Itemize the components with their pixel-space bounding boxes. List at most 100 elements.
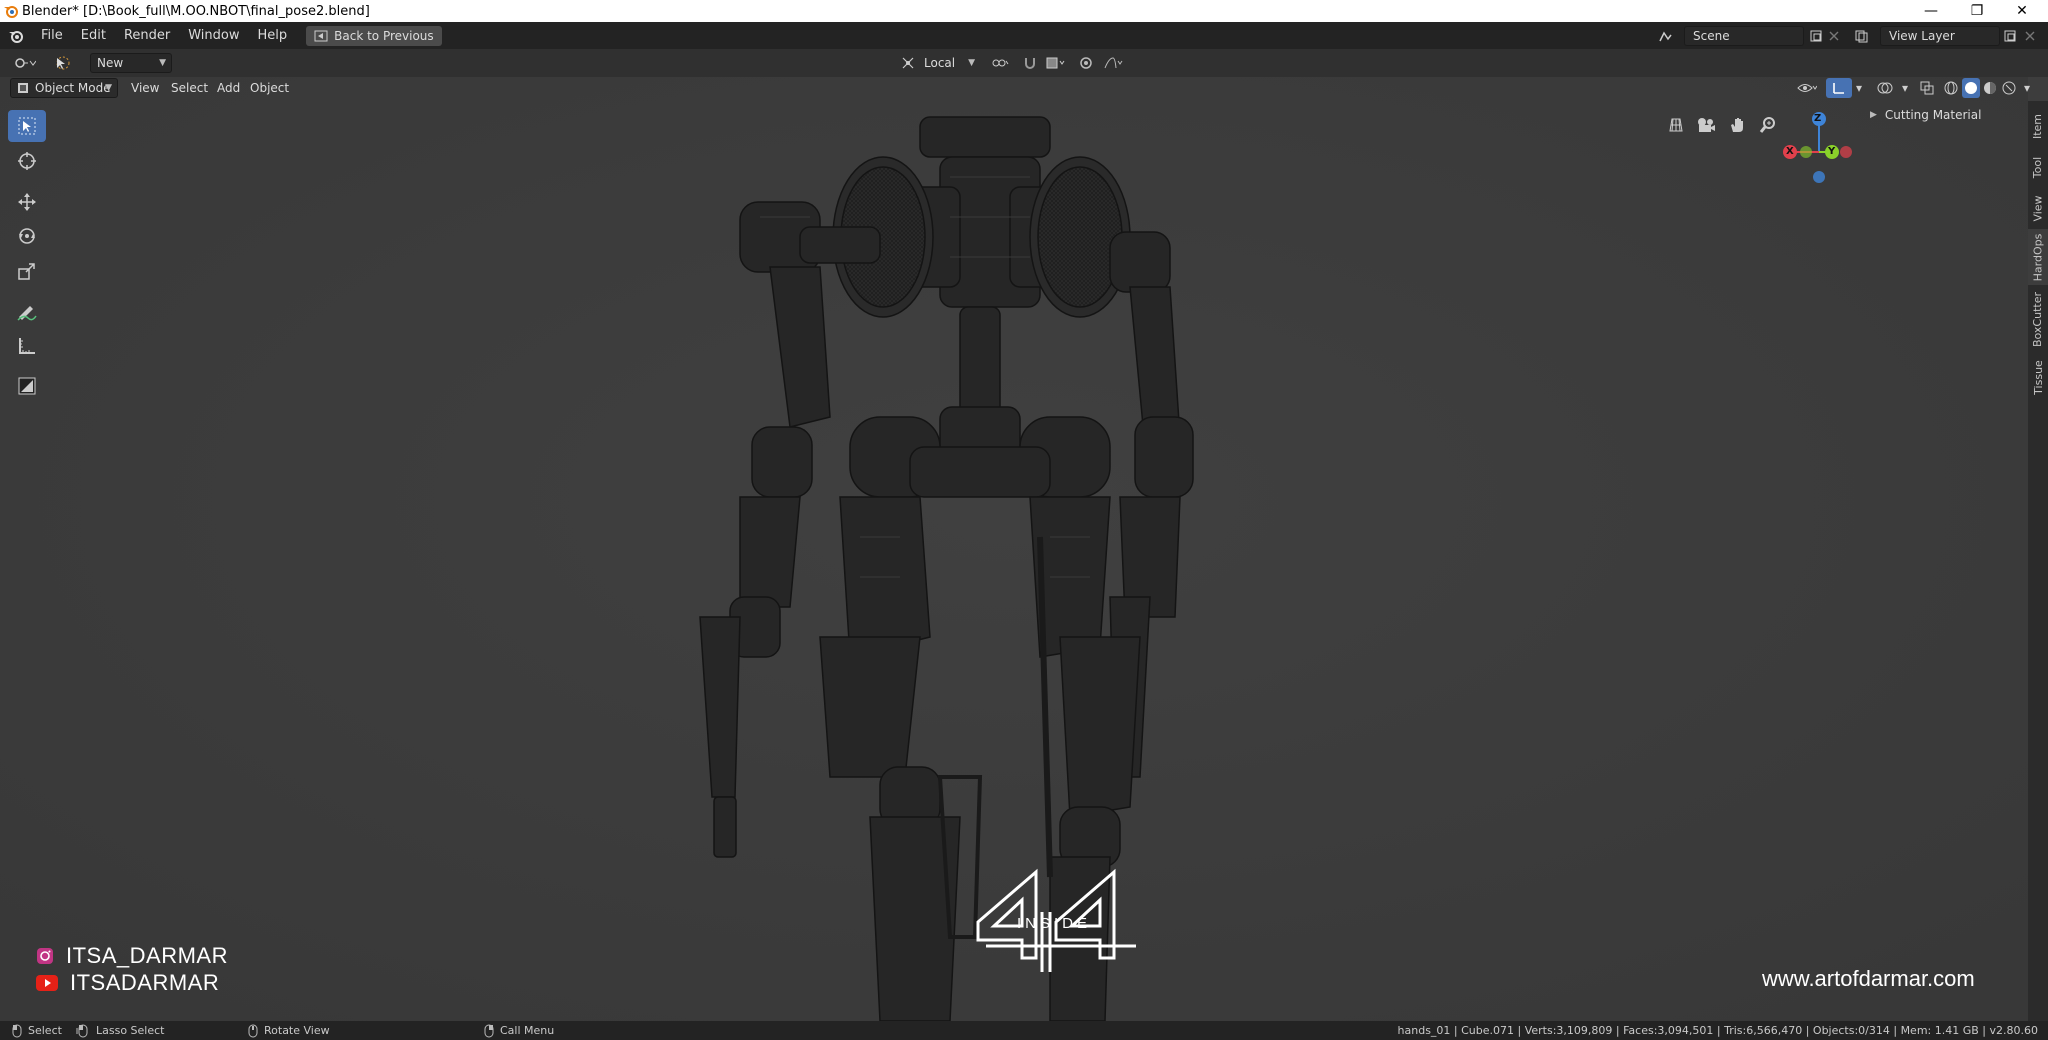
object-mode-dropdown[interactable]: Object Mode ▼ <box>10 78 118 98</box>
viewport-menu-object[interactable]: Object <box>250 78 289 98</box>
instagram-credit: ITSA_DARMAR <box>36 943 228 969</box>
mouse-middle-icon <box>248 1024 258 1037</box>
gizmo-toggle-icon[interactable] <box>1826 78 1852 98</box>
chevron-down-icon[interactable]: ▾ <box>1898 78 1912 98</box>
xray-toggle-icon[interactable] <box>1916 78 1938 98</box>
select-box-tool[interactable] <box>8 110 46 142</box>
delete-view-layer-icon[interactable] <box>2020 26 2040 46</box>
rendered-shading-icon[interactable] <box>2000 78 2018 98</box>
new-view-layer-icon[interactable] <box>2000 26 2020 46</box>
move-tool[interactable] <box>8 186 46 218</box>
overlays-icon[interactable] <box>1872 78 1898 98</box>
new-scene-icon[interactable] <box>1806 26 1826 46</box>
pivot-point-icon[interactable] <box>986 53 1014 73</box>
rotate-icon <box>19 228 35 244</box>
new-dropdown[interactable]: New ▼ <box>90 53 172 73</box>
menu-help[interactable]: Help <box>249 28 297 43</box>
proportional-falloff-icon[interactable] <box>1100 53 1128 73</box>
solid-shading-icon[interactable] <box>1962 78 1980 98</box>
minimize-button[interactable]: — <box>1909 0 1953 22</box>
sidebar-tab-view[interactable]: View <box>2028 187 2048 229</box>
status-select-label: Select <box>28 1024 62 1037</box>
annotate-tool[interactable] <box>8 296 46 328</box>
boxcutter-icon <box>18 377 36 395</box>
viewport-menu-select[interactable]: Select <box>171 78 208 98</box>
rotate-tool[interactable] <box>8 220 46 252</box>
scene-name: Scene <box>1693 29 1730 43</box>
sidebar-tab-label: Item <box>2031 113 2045 139</box>
restore-button[interactable]: ❐ <box>1955 0 1999 22</box>
back-to-previous-label: Back to Previous <box>334 28 434 43</box>
window-title: Blender* [D:\Book_full\M.OO.NBOT\final_p… <box>22 3 370 19</box>
status-rotate: Rotate View <box>248 1024 330 1038</box>
inside-44-logo <box>976 868 1136 972</box>
3d-viewport[interactable]: Z Y X ITSA_DARMAR ITSADARMAR INSIDE www.… <box>0 77 2028 1021</box>
cutting-material-panel-header[interactable]: ▶ Cutting Material <box>1870 104 2022 126</box>
sidebar-tab-label: BoxCutter <box>2031 291 2045 347</box>
scale-tool[interactable] <box>8 255 46 287</box>
gizmo-x-label: X <box>1786 146 1794 157</box>
menu-edit[interactable]: Edit <box>72 28 115 43</box>
gizmo-z-label: Z <box>1814 113 1822 124</box>
snap-toggle-icon[interactable] <box>1020 53 1040 73</box>
delete-scene-icon[interactable] <box>1824 26 1844 46</box>
cursor-tool[interactable] <box>8 145 46 177</box>
transform-orientation-dropdown[interactable]: Local ▼ <box>918 53 980 73</box>
snap-element-icon[interactable] <box>1042 53 1070 73</box>
viewport-menu-view[interactable]: View <box>131 78 159 98</box>
chevron-down-icon[interactable]: ▾ <box>2020 78 2034 98</box>
scene-field[interactable]: Scene <box>1684 26 1804 46</box>
zoom-magnifier-icon[interactable] <box>1756 113 1780 137</box>
sidebar-tab-boxcutter[interactable]: BoxCutter <box>2028 285 2048 353</box>
status-bar: Select Lasso Select Rotate View Call Men… <box>0 1021 2048 1040</box>
close-button[interactable]: ✕ <box>2000 0 2044 22</box>
chevron-down-icon[interactable]: ▾ <box>1852 78 1866 98</box>
chevron-down-icon: ▼ <box>968 58 975 68</box>
measure-tool[interactable] <box>8 330 46 362</box>
blender-menu-icon[interactable] <box>0 22 32 49</box>
chevron-down-icon: ▼ <box>105 83 112 93</box>
status-call-menu: Call Menu <box>484 1024 554 1038</box>
viewport-menu-add[interactable]: Add <box>217 78 240 98</box>
transform-orientation-label: Local <box>924 56 956 70</box>
cutter-tool[interactable] <box>8 370 46 402</box>
visibility-icon[interactable] <box>1794 78 1820 98</box>
view-layer-browse-icon[interactable] <box>1852 26 1872 46</box>
sidebar-tab-label: HardOps <box>2031 233 2045 281</box>
select-tool-icon[interactable] <box>48 53 76 73</box>
scene-browse-icon[interactable] <box>1656 26 1676 46</box>
sidebar-tab-tool[interactable]: Tool <box>2028 147 2048 187</box>
blender-logo-icon <box>0 0 22 22</box>
sidebar-tab-hardops[interactable]: HardOps <box>2028 229 2048 285</box>
back-icon <box>314 30 328 41</box>
wireframe-shading-icon[interactable] <box>1942 78 1960 98</box>
sidebar-tab-item[interactable]: Item <box>2028 105 2048 147</box>
mouse-left-icon <box>12 1024 22 1037</box>
sidebar-tab-label: Tissue <box>2031 359 2045 395</box>
menu-render[interactable]: Render <box>115 28 179 43</box>
back-to-previous-button[interactable]: Back to Previous <box>306 25 442 46</box>
mouse-drag-icon <box>76 1024 88 1037</box>
sidebar-tab-tissue[interactable]: Tissue <box>2028 353 2048 401</box>
status-stats: hands_01 | Cube.071 | Verts:3,109,809 | … <box>1398 1024 2038 1037</box>
proportional-edit-icon[interactable] <box>1076 53 1096 73</box>
material-shading-icon[interactable] <box>1981 78 1999 98</box>
sidebar-tab-label: View <box>2031 194 2045 222</box>
sidebar-tab-label: Tool <box>2031 156 2045 178</box>
pan-hand-icon[interactable] <box>1725 113 1749 137</box>
new-dropdown-label: New <box>97 56 124 70</box>
website-credit: www.artofdarmar.com <box>1762 966 1975 991</box>
ruler-icon <box>19 338 35 354</box>
sidebar-tabs: Item Tool View HardOps BoxCutter Tissue <box>2028 101 2048 1021</box>
menu-file[interactable]: File <box>32 28 72 43</box>
chevron-down-icon: ▼ <box>159 58 166 68</box>
menu-window[interactable]: Window <box>179 28 248 43</box>
editor-type-icon[interactable] <box>10 53 40 73</box>
camera-view-icon[interactable] <box>1694 113 1718 137</box>
youtube-credit: ITSADARMAR <box>36 970 219 996</box>
window-titlebar: Blender* [D:\Book_full\M.OO.NBOT\final_p… <box>0 0 2048 22</box>
collapse-triangle-icon: ▶ <box>1870 110 1877 120</box>
toggle-camera-view-grid-icon[interactable] <box>1664 113 1688 137</box>
view-layer-field[interactable]: View Layer <box>1880 26 2000 46</box>
status-lasso: Lasso Select <box>76 1024 165 1038</box>
